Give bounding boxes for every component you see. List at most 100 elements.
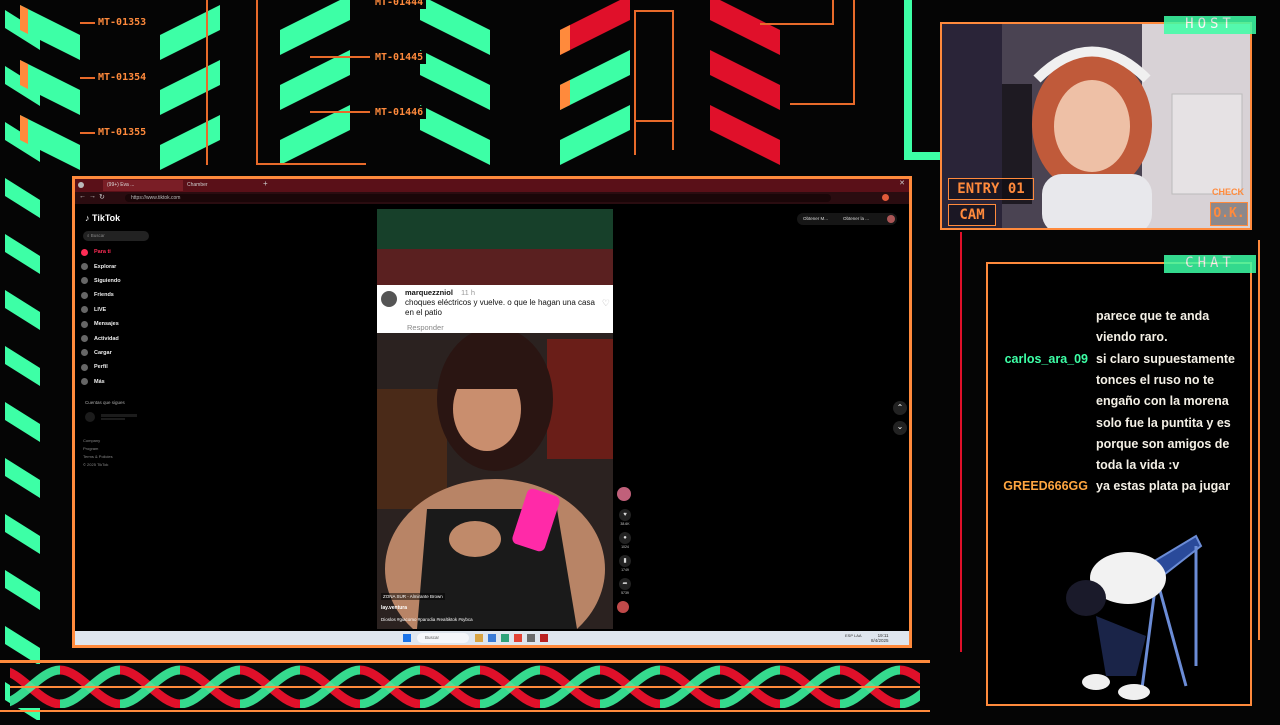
tiktok-logo[interactable]: ♪ TikTok xyxy=(85,213,120,223)
commenter-username[interactable]: marquezzniol xyxy=(405,288,453,297)
action-button[interactable]: ➦ 5739 xyxy=(617,578,633,595)
music-disc-icon[interactable] xyxy=(617,601,629,613)
new-tab-icon[interactable]: + xyxy=(263,179,268,188)
circuit-label: MT-01444 xyxy=(372,0,427,9)
back-icon[interactable]: ← xyxy=(79,193,86,200)
get-app-button[interactable]: Obtener M... xyxy=(803,213,828,225)
chat-username[interactable]: carlos_ara_09 xyxy=(988,349,1088,370)
url-text: https://www.tiktok.com xyxy=(131,195,181,201)
sidebar-item-cargar[interactable]: Cargar xyxy=(81,346,161,360)
language-indicator[interactable]: ESP LAA xyxy=(845,634,862,638)
heart-icon: ♥ xyxy=(619,509,631,521)
side-bracket-right xyxy=(1258,240,1276,640)
reply-link[interactable]: Responder xyxy=(407,323,444,332)
ok-label: O.K. xyxy=(1210,202,1248,226)
chat-message-line: solo fue la puntita y es xyxy=(1096,415,1231,430)
action-count: 5739 xyxy=(621,591,629,595)
search-input[interactable]: ⌕ Buscar xyxy=(83,231,149,241)
tiktok-logo-text: TikTok xyxy=(92,213,121,223)
more-icon xyxy=(81,378,88,386)
comment-time: 11 h xyxy=(461,288,476,297)
chat-tag: CHAT xyxy=(1164,255,1256,273)
tab-active[interactable]: (99+) Eva ... xyxy=(103,180,183,191)
window-menu-icon[interactable] xyxy=(78,182,84,188)
tab-label: Chamber xyxy=(187,182,208,188)
circuit-wire xyxy=(672,10,674,150)
friends-icon xyxy=(81,291,88,299)
video-frame xyxy=(377,209,613,629)
video-caption: Dioslos #giacomo #parodia #realtiktok #s… xyxy=(381,617,473,622)
video-username[interactable]: lay.ventura xyxy=(381,605,407,611)
taskbar-apps xyxy=(475,634,548,642)
start-icon[interactable] xyxy=(403,634,411,642)
close-window-icon[interactable]: ✕ xyxy=(899,179,905,187)
circuit-wire xyxy=(634,10,674,12)
chat-message-line: engaño con la morena xyxy=(1096,394,1229,409)
check-label: CHECK xyxy=(1212,187,1245,197)
entry-label: ENTRY 01 xyxy=(948,178,1034,200)
circuit-wire xyxy=(853,0,855,105)
tiktok-sidebar-nav: Para ti Explorar Siguiendo Friends LIVE Mensa… xyxy=(81,245,161,389)
sidebar-item-para-ti[interactable]: Para ti xyxy=(81,245,161,259)
following-placeholder xyxy=(85,412,145,422)
circuit-wire xyxy=(634,10,636,155)
sidebar-item-siguiendo[interactable]: Siguiendo xyxy=(81,274,161,288)
next-video-button[interactable]: ⌄ xyxy=(893,421,907,435)
comment-like-icon[interactable]: ♡ xyxy=(602,298,610,309)
footer-link[interactable]: Terms & Policies xyxy=(83,453,113,461)
prev-video-button[interactable]: ⌃ xyxy=(893,401,907,415)
clock[interactable]: 19:11 8/4/2025 xyxy=(871,633,889,643)
circuit-wire xyxy=(790,103,855,105)
commenter-avatar[interactable] xyxy=(381,291,397,307)
anime-character-illustration xyxy=(1066,534,1203,700)
sidebar-item-mensajes[interactable]: Mensajes xyxy=(81,317,161,331)
comment-icon: ● xyxy=(619,532,631,544)
taskbar-search[interactable]: Buscar xyxy=(417,633,469,643)
top-buttons: Obtener M... Obtener la ... xyxy=(797,213,897,225)
forward-icon[interactable]: → xyxy=(89,193,96,200)
caption-hashtags[interactable]: #giacomo #parodia #realtiktok #sybca xyxy=(397,617,473,622)
sidebar-item-perfil[interactable]: Perfil xyxy=(81,360,161,374)
footer-link[interactable]: Company xyxy=(83,437,113,445)
footer-link[interactable]: Program xyxy=(83,445,113,453)
user-avatar[interactable] xyxy=(887,215,895,223)
sidebar-item-label: LIVE xyxy=(94,306,107,313)
get-coins-button[interactable]: Obtener la ... xyxy=(843,213,869,225)
action-button[interactable]: ● 1024 xyxy=(617,532,633,549)
sidebar-item-label: Actividad xyxy=(94,335,119,342)
action-button[interactable]: ▮ 1749 xyxy=(617,555,633,572)
circuit-wire xyxy=(832,0,834,25)
reload-icon[interactable]: ↻ xyxy=(99,193,105,201)
creator-avatar[interactable] xyxy=(617,487,631,501)
chat-message-line: porque son amigos de xyxy=(1096,436,1230,451)
mixed-chevron-column-3 xyxy=(550,0,790,175)
video-player[interactable]: marquezzniol 11 h choques eléctricos y v… xyxy=(377,209,613,629)
edge-icon[interactable] xyxy=(488,634,496,642)
sidebar-item-más[interactable]: Más xyxy=(81,375,161,389)
profile-avatar[interactable] xyxy=(882,194,889,201)
tab-inactive[interactable]: Chamber xyxy=(183,180,263,191)
chat-message-line: viendo raro. xyxy=(1096,330,1168,345)
sidebar-item-explorar[interactable]: Explorar xyxy=(81,259,161,273)
location-tag[interactable]: ZONA SUR - Almirante Brown xyxy=(381,593,445,600)
messages-icon xyxy=(81,320,88,328)
circuit-wire xyxy=(310,56,370,58)
chat-username[interactable]: GREED666GG xyxy=(988,476,1088,497)
circuit-label: MT-01354 xyxy=(95,71,150,84)
sidebar-item-live[interactable]: LIVE xyxy=(81,303,161,317)
sidebar-item-actividad[interactable]: Actividad xyxy=(81,331,161,345)
sidebar-item-friends[interactable]: Friends xyxy=(81,288,161,302)
file-explorer-icon[interactable] xyxy=(475,634,483,642)
sidebar-footer: Company Program Terms & Policies © 2025 … xyxy=(83,437,113,469)
app-icon[interactable] xyxy=(501,634,509,642)
action-button[interactable]: ♥ 38.6K xyxy=(617,509,633,526)
home-icon xyxy=(81,248,88,256)
circuit-wire xyxy=(634,120,674,122)
app-icon[interactable] xyxy=(527,634,535,642)
comment-card: marquezzniol 11 h choques eléctricos y v… xyxy=(377,285,613,333)
neon-strip xyxy=(904,152,940,160)
chrome-icon[interactable] xyxy=(514,634,522,642)
url-input[interactable]: https://www.tiktok.com xyxy=(125,194,831,202)
circuit-label: MT-01355 xyxy=(95,126,150,139)
app-icon[interactable] xyxy=(540,634,548,642)
